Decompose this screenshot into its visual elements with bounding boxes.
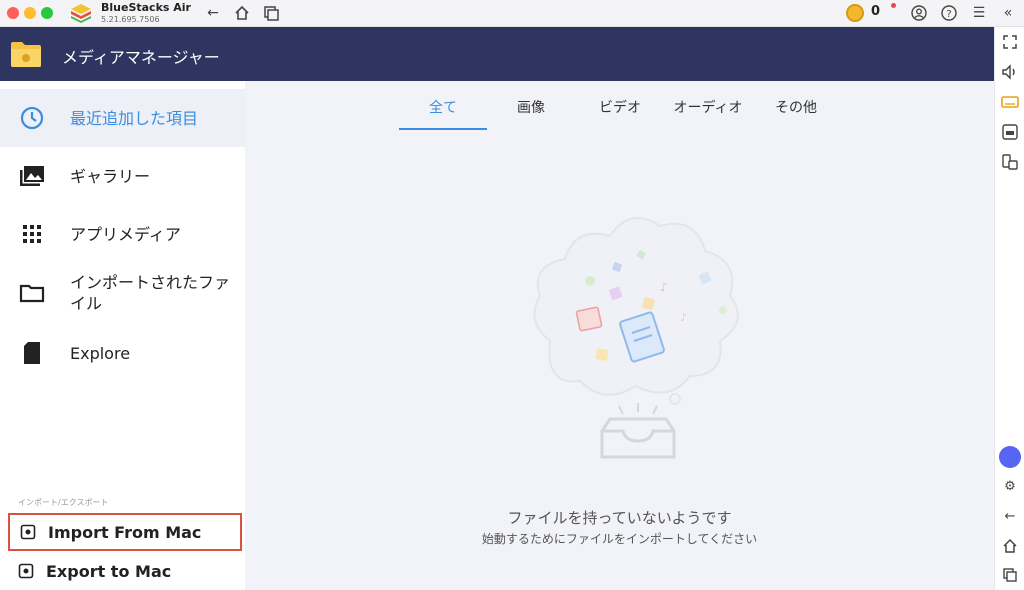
export-label: Export to Mac [46, 561, 172, 581]
import-export-caption: インポート/エクスポート [18, 498, 109, 507]
import-from-mac-button[interactable]: Import From Mac [8, 513, 242, 551]
empty-state-title: ファイルを持っていないようです [507, 509, 732, 527]
right-toolbar: ⚙ ← [994, 27, 1024, 590]
media-folder-icon [11, 42, 41, 67]
apk-icon[interactable] [1000, 122, 1020, 142]
sidebar-item-imported-files[interactable]: インポートされたファイル [0, 263, 245, 323]
fullscreen-icon[interactable] [1000, 32, 1020, 52]
svg-text:♪: ♪ [660, 280, 668, 294]
svg-text:♪: ♪ [680, 311, 687, 324]
recent-apps-icon[interactable] [1000, 565, 1020, 585]
svg-text:?: ? [946, 9, 951, 20]
tab-all[interactable]: 全て [399, 97, 487, 117]
help-icon[interactable]: ? [940, 4, 958, 22]
sidebar-item-label: インポートされたファイル [70, 273, 231, 313]
gallery-icon [20, 166, 44, 186]
tab-other[interactable]: その他 [765, 97, 827, 117]
home-icon[interactable] [233, 4, 251, 22]
app-version: 5.21.695.7506 [101, 15, 160, 24]
tab-audio[interactable]: オーディオ [667, 97, 749, 117]
media-manager-header: メディアマネージャー [0, 27, 994, 81]
tab-videos[interactable]: ビデオ [585, 97, 655, 117]
sidebar-item-label: 最近追加した項目 [70, 108, 199, 128]
sidebar-item-app-media[interactable]: アプリメディア [0, 205, 245, 263]
menu-icon[interactable]: ☰ [970, 4, 988, 22]
sidebar-item-gallery[interactable]: ギャラリー [0, 147, 245, 205]
sidebar: 最近追加した項目 ギャラリー アプリメディア インポートされたファイル Expl… [0, 81, 245, 590]
sidebar-item-explore[interactable]: Explore [0, 325, 245, 381]
tab-images[interactable]: 画像 [500, 97, 562, 117]
volume-icon[interactable] [1000, 62, 1020, 82]
export-icon [18, 563, 34, 579]
sidebar-item-label: アプリメディア [70, 224, 181, 244]
discord-icon[interactable] [999, 446, 1021, 468]
active-tab-indicator [399, 128, 487, 130]
sidebar-item-label: ギャラリー [70, 166, 151, 186]
collapse-sidebar-icon[interactable]: « [999, 4, 1017, 22]
coin-icon[interactable] [846, 4, 864, 22]
keyboard-icon[interactable] [1000, 92, 1020, 112]
sidebar-item-label: Explore [70, 343, 131, 363]
coin-count: 0 [871, 4, 881, 19]
clock-icon [20, 106, 44, 130]
main-content: 全て 画像 ビデオ オーディオ その他 ♪ ♪ ファイルを持っていないようです … [245, 81, 994, 590]
close-window-button[interactable] [7, 7, 19, 19]
import-icon [20, 524, 36, 540]
empty-state-illustration: ♪ ♪ [533, 217, 739, 459]
settings-icon[interactable]: ⚙ [1000, 476, 1020, 496]
title-bar: BlueStacks Air 5.21.695.7506 ← 0 ? ☰ « [0, 0, 1024, 27]
import-label: Import From Mac [48, 522, 202, 542]
back-arrow-icon[interactable]: ← [1000, 506, 1020, 526]
page-title: メディアマネージャー [62, 48, 220, 67]
minimize-window-button[interactable] [24, 7, 36, 19]
app-name: BlueStacks Air [101, 1, 191, 14]
folder-icon [19, 284, 45, 303]
grid-icon [23, 225, 41, 243]
zoom-window-button[interactable] [41, 7, 53, 19]
sd-card-icon [24, 342, 40, 364]
multi-instance-icon[interactable] [1000, 152, 1020, 172]
home-icon[interactable] [1000, 536, 1020, 556]
sidebar-item-recent[interactable]: 最近追加した項目 [0, 89, 245, 147]
bluestacks-logo-icon [71, 4, 91, 23]
account-icon[interactable] [910, 4, 928, 22]
back-arrow-icon[interactable]: ← [204, 4, 222, 22]
export-to-mac-button[interactable]: Export to Mac [8, 552, 242, 590]
multi-window-icon[interactable] [262, 4, 280, 22]
empty-state-subtitle: 始動するためにファイルをインポートしてください [481, 532, 758, 546]
notification-dot [891, 3, 896, 8]
